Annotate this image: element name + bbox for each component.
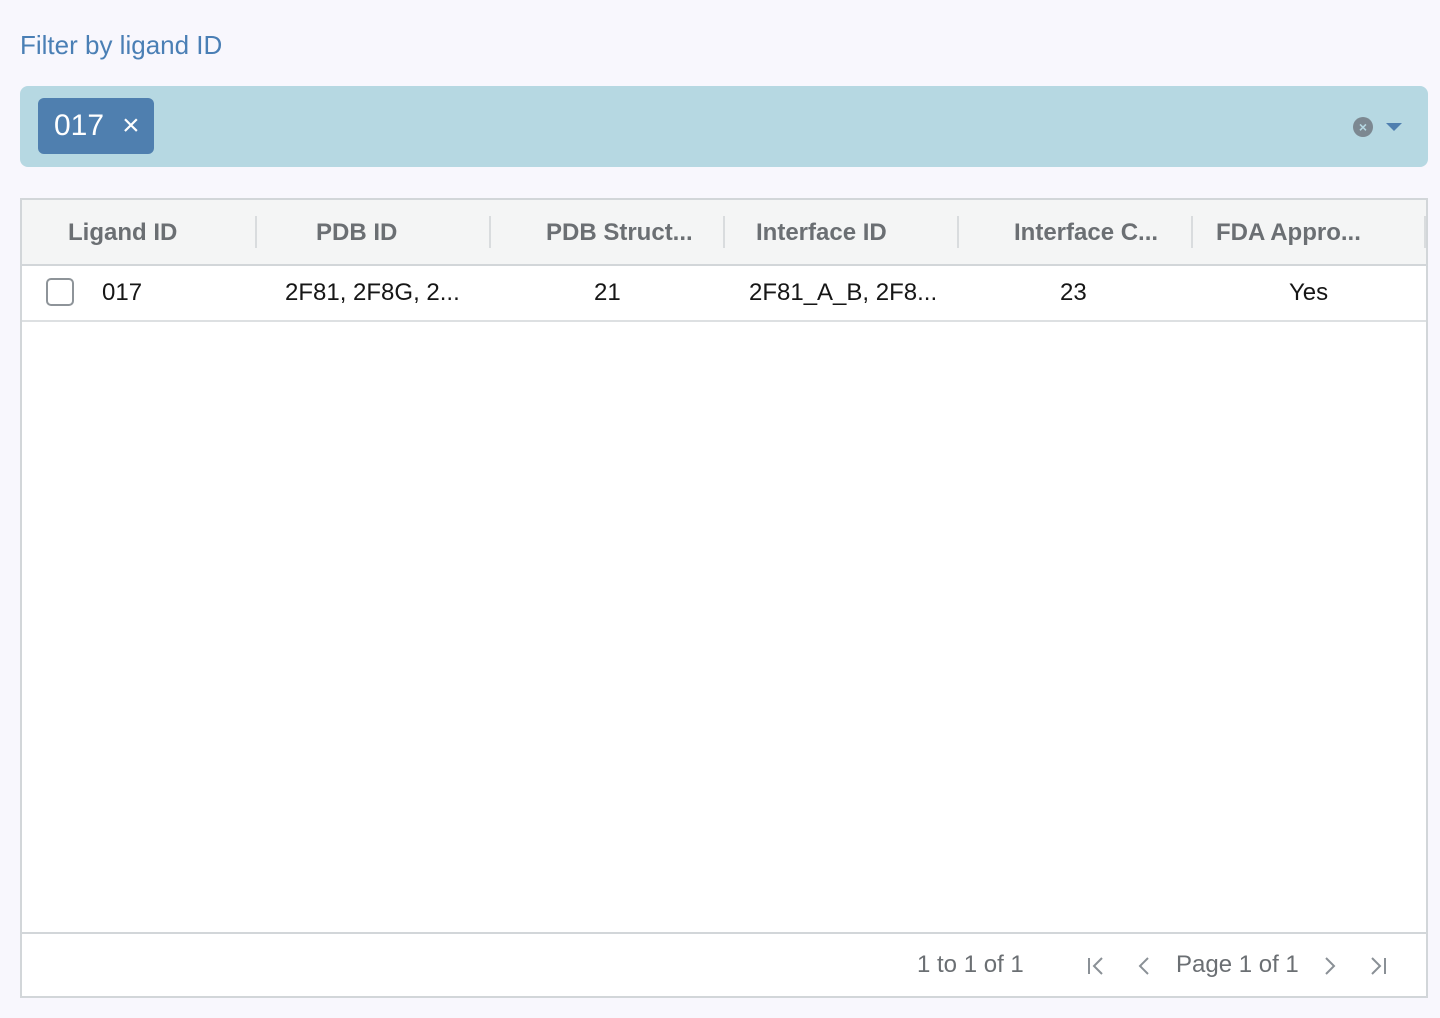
column-resize-handle[interactable] <box>1191 216 1193 248</box>
cell-interface-count: 23 <box>1060 279 1087 306</box>
last-page-icon[interactable] <box>1366 954 1390 978</box>
column-resize-handle[interactable] <box>957 216 959 248</box>
column-header-interface-id[interactable]: Interface ID <box>756 200 956 264</box>
cell-interface-id: 2F81_A_B, 2F8... <box>749 279 938 306</box>
pagination-bar: 1 to 1 of 1 Page 1 of 1 <box>22 932 1426 996</box>
column-resize-handle[interactable] <box>489 216 491 248</box>
previous-page-icon[interactable] <box>1132 954 1156 978</box>
cell-pdb-structures: 21 <box>594 279 621 306</box>
column-header-fda-approved[interactable]: FDA Appro... <box>1216 200 1396 264</box>
chip-remove-icon[interactable]: × <box>122 111 140 141</box>
column-resize-handle[interactable] <box>255 216 257 248</box>
cell-ligand-id: 017 <box>102 279 143 306</box>
table-row[interactable]: 017 2F81, 2F8G, 2... 21 2F81_A_B, 2F8...… <box>22 266 1426 322</box>
column-resize-handle[interactable] <box>1424 216 1426 248</box>
filter-chip-label: 017 <box>54 109 105 142</box>
column-header-ligand-id[interactable]: Ligand ID <box>68 200 248 264</box>
filter-chip: 017 × <box>38 98 154 154</box>
column-header-interface-count[interactable]: Interface C... <box>1014 200 1194 264</box>
grid-header: Ligand ID PDB ID PDB Struct... Interface… <box>22 200 1426 266</box>
column-header-pdb-structures[interactable]: PDB Struct... <box>546 200 726 264</box>
cell-fda-approved: Yes <box>1289 279 1329 306</box>
chevron-down-icon[interactable] <box>1386 123 1402 131</box>
clear-selection-icon[interactable]: × <box>1353 117 1373 137</box>
ligand-filter-select[interactable]: 017 × × <box>20 86 1428 167</box>
row-select-checkbox[interactable] <box>46 278 74 306</box>
row-count-summary: 1 to 1 of 1 <box>917 951 1024 978</box>
column-header-pdb-id[interactable]: PDB ID <box>316 200 496 264</box>
filter-label: Filter by ligand ID <box>20 30 223 60</box>
cell-pdb-id: 2F81, 2F8G, 2... <box>285 279 460 306</box>
page-indicator: Page 1 of 1 <box>1176 951 1299 978</box>
results-grid: Ligand ID PDB ID PDB Struct... Interface… <box>20 198 1428 998</box>
first-page-icon[interactable] <box>1084 954 1108 978</box>
next-page-icon[interactable] <box>1318 954 1342 978</box>
column-resize-handle[interactable] <box>723 216 725 248</box>
